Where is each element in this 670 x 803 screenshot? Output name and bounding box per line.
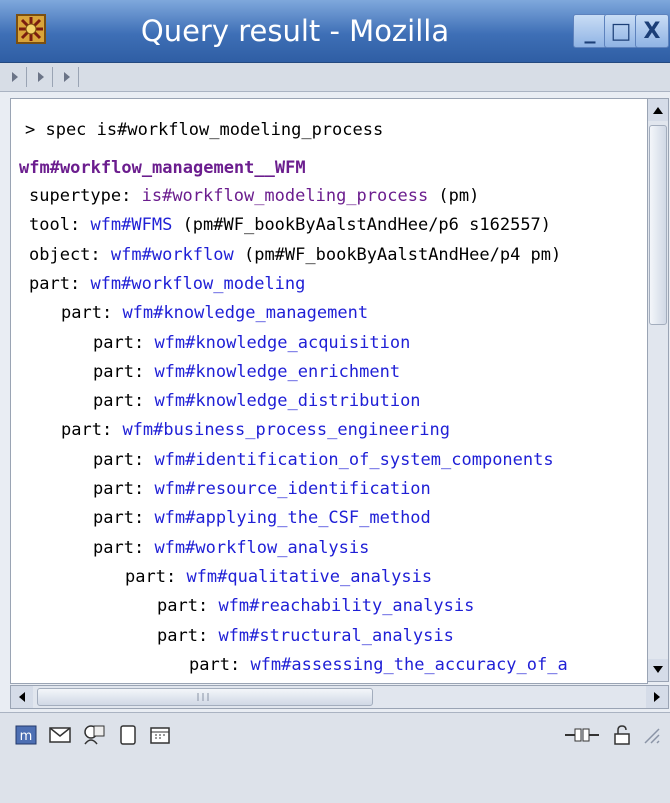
relation-row: part: wfm#structural_analysis bbox=[157, 625, 454, 647]
root-node-link[interactable]: wfm#workflow_management__WFM bbox=[19, 157, 306, 179]
scroll-down-icon[interactable] bbox=[648, 659, 668, 681]
relation-target-link[interactable]: wfm#structural_analysis bbox=[218, 626, 453, 646]
relation-row: part: wfm#reachability_analysis bbox=[157, 595, 474, 617]
status-bar: m bbox=[0, 712, 670, 803]
arrow-right-icon[interactable] bbox=[4, 67, 27, 87]
mail-icon[interactable] bbox=[46, 723, 74, 747]
relation-target-link[interactable]: wfm#reachability_analysis bbox=[218, 596, 474, 616]
toolbar bbox=[0, 63, 670, 92]
relation-source-note: (pm) bbox=[428, 186, 480, 206]
relation-label: part: bbox=[93, 479, 145, 499]
maximize-button[interactable]: □ bbox=[604, 14, 638, 48]
relation-label: part: bbox=[61, 303, 113, 324]
relation-row: part: wfm#assessing_the_accuracy_of_a bbox=[189, 654, 568, 676]
relation-row: part: wfm#identification_of_system_compo… bbox=[93, 449, 554, 471]
composer-icon[interactable]: m bbox=[12, 723, 40, 747]
relation-row: object: wfm#workflow (pm#WF_bookByAalstA… bbox=[29, 244, 561, 266]
relation-row: part: wfm#assessing_dead_tasks bbox=[221, 683, 528, 684]
relation-label: part: bbox=[93, 508, 145, 529]
relation-label: part: bbox=[125, 566, 177, 587]
relation-target-link[interactable]: is#workflow_modeling_process bbox=[142, 186, 429, 206]
relation-row: supertype: is#workflow_modeling_process … bbox=[29, 185, 479, 207]
page-icon[interactable] bbox=[114, 723, 142, 747]
connection-icon bbox=[562, 723, 602, 747]
relation-target-link[interactable]: wfm#workflow_modeling bbox=[90, 274, 305, 294]
close-button[interactable]: X bbox=[635, 14, 669, 48]
relation-row: part: wfm#knowledge_management bbox=[61, 302, 368, 324]
relation-label: part: bbox=[61, 420, 113, 441]
horizontal-scroll-thumb[interactable] bbox=[37, 688, 373, 706]
relation-target-link[interactable]: wfm#workflow_analysis bbox=[154, 538, 369, 558]
relation-row: part: wfm#business_process_engineering bbox=[61, 419, 450, 441]
horizontal-scrollbar[interactable] bbox=[10, 685, 669, 709]
result-content[interactable]: > spec is#workflow_modeling_process wfm#… bbox=[10, 98, 648, 684]
browser-window: Query result - Mozilla _ □ X > spec is#w… bbox=[0, 0, 670, 803]
scroll-up-icon[interactable] bbox=[648, 99, 668, 121]
calendar-icon[interactable] bbox=[146, 723, 174, 747]
relation-label: part: bbox=[93, 391, 145, 412]
title-bar[interactable]: Query result - Mozilla _ □ X bbox=[0, 0, 670, 63]
relation-label: part: bbox=[189, 654, 241, 675]
relation-label: part: bbox=[93, 449, 145, 470]
relation-target-link[interactable]: wfm#qualitative_analysis bbox=[186, 567, 432, 587]
relation-target-link[interactable]: wfm#business_process_engineering bbox=[122, 420, 450, 440]
relation-label: part: bbox=[157, 596, 209, 617]
relation-row: part: wfm#knowledge_enrichment bbox=[93, 361, 400, 383]
relation-row: part: wfm#resource_identification bbox=[93, 478, 431, 500]
relation-label: part: bbox=[93, 361, 145, 382]
relation-target-link[interactable]: wfm#applying_the_CSF_method bbox=[154, 508, 430, 528]
relation-row: part: wfm#applying_the_CSF_method bbox=[93, 507, 431, 529]
relation-target-link[interactable]: wfm#knowledge_acquisition bbox=[154, 333, 410, 353]
relation-target-link[interactable]: wfm#resource_identification bbox=[154, 479, 430, 499]
relation-source-note: (pm#WF_bookByAalstAndHee/p6 s162557) bbox=[172, 215, 552, 236]
svg-text:m: m bbox=[20, 729, 33, 744]
scroll-left-icon[interactable] bbox=[11, 686, 33, 708]
relation-label: part: bbox=[157, 625, 209, 646]
relation-target-link[interactable]: wfm#WFMS bbox=[90, 215, 172, 235]
arrow-right-icon[interactable] bbox=[56, 67, 79, 87]
relation-target-link[interactable]: wfm#knowledge_enrichment bbox=[154, 362, 400, 382]
relation-label: supertype: bbox=[29, 186, 132, 206]
relation-label: tool: bbox=[29, 215, 81, 236]
relation-label: part: bbox=[29, 273, 81, 294]
scroll-right-icon[interactable] bbox=[646, 686, 668, 708]
relation-row: tool: wfm#WFMS (pm#WF_bookByAalstAndHee/… bbox=[29, 214, 551, 236]
vertical-scrollbar[interactable] bbox=[647, 98, 669, 682]
relation-row: part: wfm#workflow_modeling bbox=[29, 273, 305, 295]
mozilla-icon[interactable] bbox=[14, 12, 48, 46]
relation-label: object: bbox=[29, 244, 101, 265]
relation-row: part: wfm#qualitative_analysis bbox=[125, 566, 432, 588]
relation-row: part: wfm#workflow_analysis bbox=[93, 537, 369, 559]
window-title: Query result - Mozilla bbox=[140, 14, 450, 48]
resize-grip-icon[interactable] bbox=[638, 723, 664, 747]
relation-row: part: wfm#knowledge_distribution bbox=[93, 390, 421, 412]
relation-target-link[interactable]: wfm#identification_of_system_components bbox=[154, 450, 553, 470]
relation-target-link[interactable]: wfm#workflow bbox=[111, 245, 234, 265]
relation-row: part: wfm#knowledge_acquisition bbox=[93, 332, 410, 354]
query-line: > spec is#workflow_modeling_process bbox=[25, 120, 384, 140]
lock-icon bbox=[608, 723, 636, 747]
relation-label: part: bbox=[93, 332, 145, 353]
relation-source-note: (pm#WF_bookByAalstAndHee/p4 pm) bbox=[233, 244, 562, 265]
arrow-right-icon[interactable] bbox=[30, 67, 53, 87]
relation-label: part: bbox=[93, 537, 145, 558]
address-book-icon[interactable] bbox=[80, 723, 108, 747]
vertical-scroll-thumb[interactable] bbox=[649, 125, 667, 325]
relation-target-link[interactable]: wfm#assessing_the_accuracy_of_a bbox=[250, 655, 567, 675]
relation-target-link[interactable]: wfm#knowledge_distribution bbox=[154, 391, 420, 411]
minimize-button[interactable]: _ bbox=[573, 14, 607, 48]
relation-target-link[interactable]: wfm#knowledge_management bbox=[122, 303, 368, 323]
